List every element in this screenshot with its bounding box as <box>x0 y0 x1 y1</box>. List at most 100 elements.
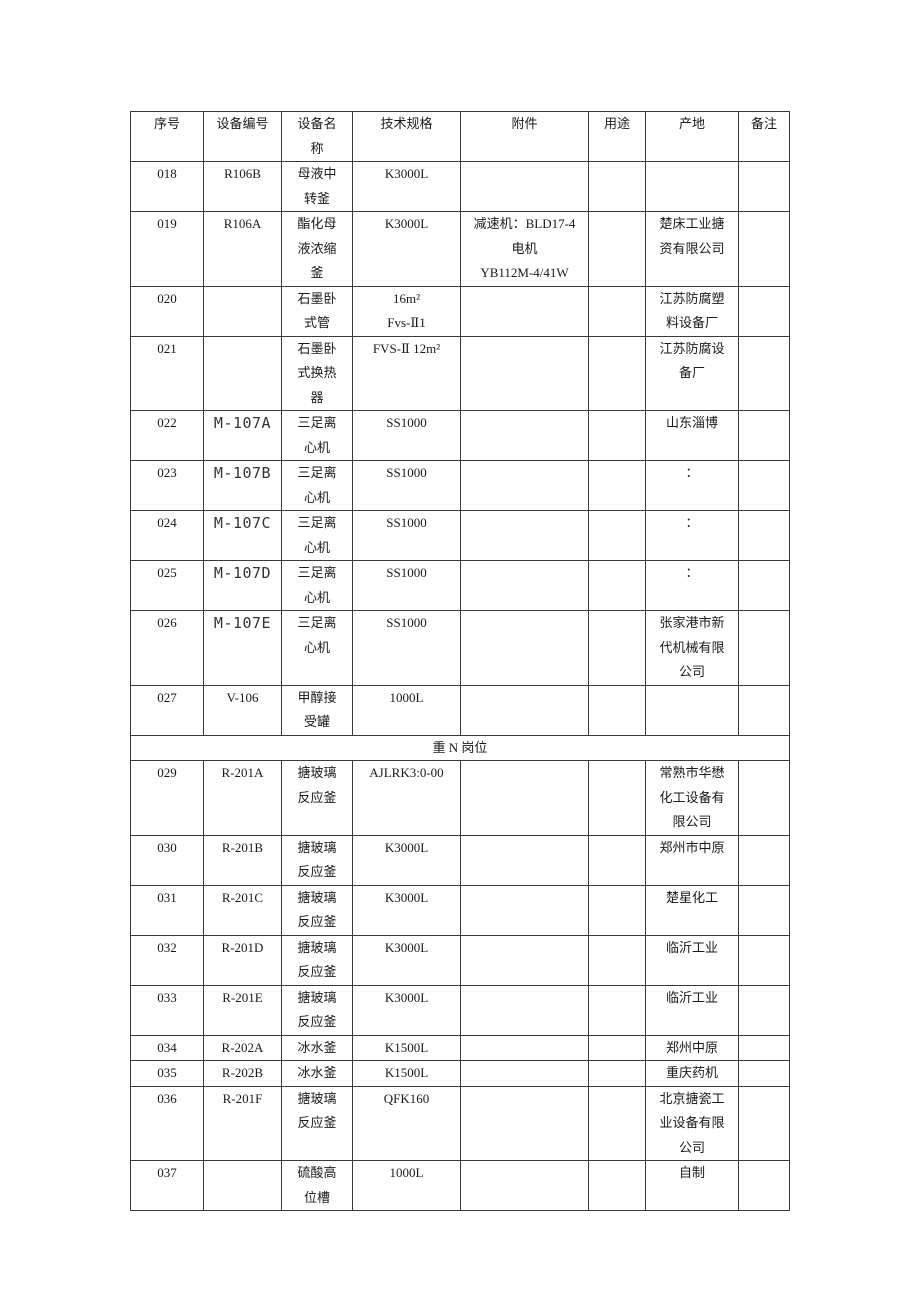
cell-spec: SS1000 <box>352 560 461 611</box>
cell-name: 搪玻璃反应釜 <box>281 834 353 886</box>
spec-line: 1000L <box>389 689 424 705</box>
cell-spec: K3000L <box>352 161 461 212</box>
cell-origin <box>645 161 739 212</box>
table-row: 021 石墨卧式换热器 FVS-Ⅱ 12m² 江苏防腐设备厂 <box>130 335 790 411</box>
cell-note <box>738 834 790 886</box>
cell-use <box>588 460 646 511</box>
cell-origin: ： <box>645 560 739 611</box>
cell-attachment <box>460 1085 589 1161</box>
header-name: 设备名称 <box>281 111 353 162</box>
cell-name: 三足离心机 <box>281 560 353 611</box>
cell-no: 031 <box>130 884 204 936</box>
cell-name: 石墨卧式换热器 <box>281 335 353 411</box>
cell-code: R-201A <box>203 760 282 836</box>
cell-note <box>738 610 790 686</box>
cell-code <box>203 285 282 337</box>
cell-use <box>588 285 646 337</box>
cell-spec: K3000L <box>352 984 461 1036</box>
cell-code: R-202B <box>203 1060 282 1087</box>
table-row: 033 R-201E 搪玻璃反应釜 K3000L 临沂工业 <box>130 984 790 1036</box>
cell-note <box>738 285 790 337</box>
section-row: 重 N 岗位 <box>130 734 790 761</box>
cell-use <box>588 510 646 561</box>
cell-attachment <box>460 834 589 886</box>
header-origin: 产地 <box>645 111 739 162</box>
attachment-line: 减速机：BLD17-4 <box>473 216 576 231</box>
cell-spec: AJLRK3:0-00 <box>352 760 461 836</box>
spec-line: K3000L <box>384 889 429 905</box>
cell-no: 018 <box>130 161 204 212</box>
cell-no: 019 <box>130 211 204 287</box>
cell-use <box>588 1085 646 1161</box>
cell-origin: 江苏防腐设备厂 <box>645 335 739 411</box>
cell-name: 三足离心机 <box>281 460 353 511</box>
cell-code: M-107C <box>203 510 282 561</box>
cell-origin: 楚星化工 <box>645 884 739 936</box>
cell-use <box>588 335 646 411</box>
cell-origin: 临沂工业 <box>645 984 739 1036</box>
cell-no: 024 <box>130 510 204 561</box>
cell-spec: FVS-Ⅱ 12m² <box>352 335 461 411</box>
cell-no: 027 <box>130 684 204 736</box>
cell-name: 三足离心机 <box>281 510 353 561</box>
spec-line: K3000L <box>384 939 429 955</box>
cell-use <box>588 161 646 212</box>
cell-name: 三足离心机 <box>281 610 353 686</box>
spec-line: K3000L <box>384 989 429 1005</box>
cell-code <box>203 335 282 411</box>
cell-no: 033 <box>130 984 204 1036</box>
cell-code: M-107E <box>203 610 282 686</box>
cell-attachment <box>460 1060 589 1087</box>
cell-code: R106B <box>203 161 282 212</box>
table-row: 034 R-202A 冰水釜 K1500L 郑州中原 <box>130 1034 790 1061</box>
table-row: 031 R-201C 搪玻璃反应釜 K3000L 楚星化工 <box>130 884 790 936</box>
cell-name: 冰水釜 <box>281 1034 353 1061</box>
table-row: 023 M-107B 三足离心机 SS1000 ： <box>130 460 790 511</box>
cell-name: 搪玻璃反应釜 <box>281 1085 353 1161</box>
cell-no: 030 <box>130 834 204 886</box>
cell-spec: QFK160 <box>352 1085 461 1161</box>
cell-note <box>738 934 790 986</box>
cell-attachment <box>460 460 589 511</box>
cell-code: R-201C <box>203 884 282 936</box>
cell-origin: 自制 <box>645 1160 739 1211</box>
cell-origin: 楚床工业搪资有限公司 <box>645 211 739 287</box>
cell-origin: 郑州市中原 <box>645 834 739 886</box>
table-row: 037 硫酸高位槽 1000L 自制 <box>130 1160 790 1211</box>
cell-note <box>738 460 790 511</box>
cell-code: M-107B <box>203 460 282 511</box>
cell-origin: 郑州中原 <box>645 1034 739 1061</box>
spec-line: K3000L <box>384 839 429 855</box>
cell-note <box>738 335 790 411</box>
cell-code: R-201D <box>203 934 282 986</box>
cell-use <box>588 1034 646 1061</box>
header-code: 设备编号 <box>203 111 282 162</box>
spec-line: 1000L <box>389 1165 424 1180</box>
table-row: 018 R106B 母液中转釜 K3000L <box>130 161 790 212</box>
cell-note <box>738 510 790 561</box>
cell-attachment <box>460 1160 589 1211</box>
spec-line: QFK160 <box>383 1090 430 1106</box>
cell-note <box>738 684 790 736</box>
cell-no: 032 <box>130 934 204 986</box>
cell-no: 020 <box>130 285 204 337</box>
section-label: 重 N 岗位 <box>130 734 790 761</box>
cell-no: 023 <box>130 460 204 511</box>
cell-spec: K3000L <box>352 884 461 936</box>
spec-line: 16m² <box>392 290 420 306</box>
cell-spec: 1000L <box>352 1160 461 1211</box>
cell-use <box>588 1160 646 1211</box>
cell-name: 甲醇接受罐 <box>281 684 353 736</box>
cell-spec: K1500L <box>352 1060 461 1087</box>
cell-name: 母液中转釜 <box>281 161 353 212</box>
cell-origin: ： <box>645 460 739 511</box>
cell-spec: SS1000 <box>352 610 461 686</box>
header-spec: 技术规格 <box>352 111 461 162</box>
header-note: 备注 <box>738 111 790 162</box>
cell-code: R-201E <box>203 984 282 1036</box>
cell-attachment <box>460 510 589 561</box>
cell-note <box>738 1160 790 1211</box>
cell-spec: 1000L <box>352 684 461 736</box>
cell-code: M-107D <box>203 560 282 611</box>
table-row: 026 M-107E 三足离心机 SS1000 张家港市新代机械有限公司 <box>130 610 790 686</box>
